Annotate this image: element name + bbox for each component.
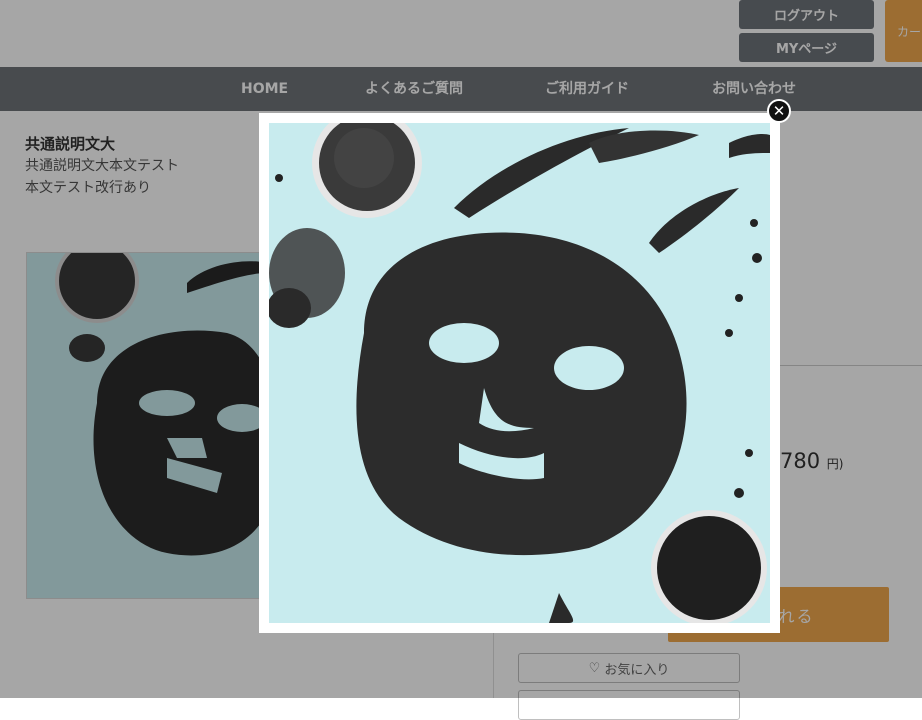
product-photo-large xyxy=(269,123,770,623)
close-icon[interactable]: ✕ xyxy=(767,99,791,123)
lightbox xyxy=(259,113,780,633)
